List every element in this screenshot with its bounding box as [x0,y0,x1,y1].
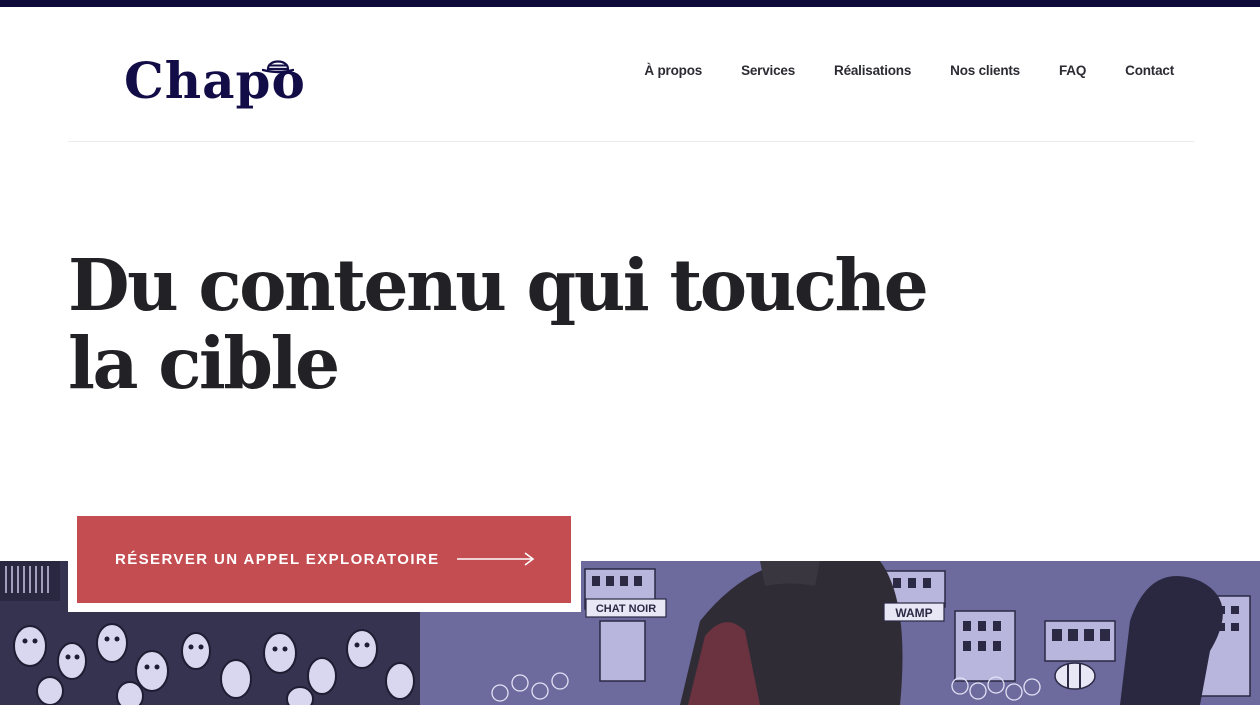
nav-item-faq[interactable]: FAQ [1059,63,1086,78]
nav-item-services[interactable]: Services [741,63,795,78]
hero-title: Du contenu qui touche la cible [68,243,929,405]
bowler-hat-icon [262,60,294,74]
long-arrow-right-icon [457,552,535,566]
site-header: Chapo À propos Services Réalisations Nos… [68,7,1194,142]
mural-sign-chat-noir: CHAT NOIR [596,603,656,615]
nav-item-nos-clients[interactable]: Nos clients [950,63,1020,78]
mural-sign-wamp: WAMP [895,606,932,620]
nav-item-a-propos[interactable]: À propos [644,63,702,78]
main-nav: À propos Services Réalisations Nos clien… [605,63,1174,78]
cta-container: RÉSERVER UN APPEL EXPLORATOIRE [68,507,581,612]
cta-label: RÉSERVER UN APPEL EXPLORATOIRE [115,551,440,568]
nav-item-contact[interactable]: Contact [1125,63,1174,78]
book-exploratory-call-button[interactable]: RÉSERVER UN APPEL EXPLORATOIRE [77,516,571,603]
nav-item-realisations[interactable]: Réalisations [834,63,911,78]
brand-logo[interactable]: Chapo [124,49,314,117]
top-accent-stripe [0,0,1260,7]
